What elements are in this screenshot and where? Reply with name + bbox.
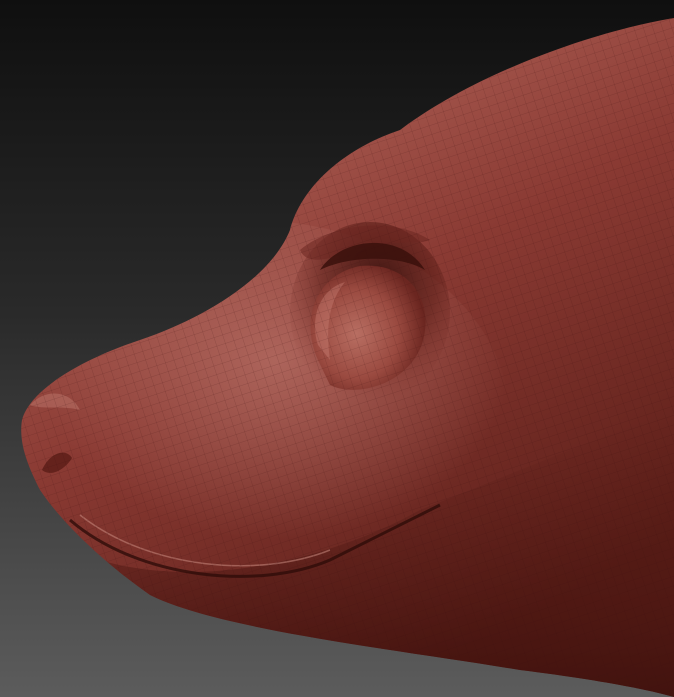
sculpt-viewport[interactable] xyxy=(0,0,674,697)
sculpt-render xyxy=(0,0,674,697)
